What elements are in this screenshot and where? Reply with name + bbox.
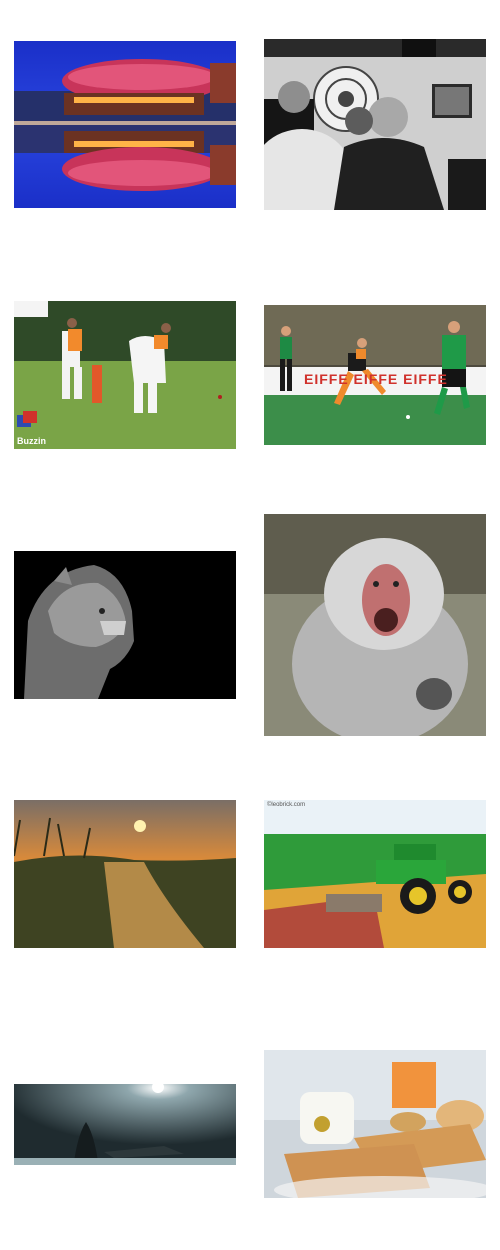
photo-baboon[interactable] xyxy=(264,514,486,736)
photo-misty-night[interactable] xyxy=(14,1084,236,1165)
cricket-image xyxy=(14,301,236,449)
photo-lego-tractor[interactable]: ©leobrick.com xyxy=(264,800,486,948)
stadium-image xyxy=(14,41,236,208)
sunset-image xyxy=(14,800,236,948)
lego-watermark: ©leobrick.com xyxy=(267,802,306,808)
hockey-banner-text: EIFFE EIFFE EIFFE xyxy=(304,371,448,387)
photo-sunset-canal[interactable] xyxy=(14,800,236,948)
photo-lioness[interactable] xyxy=(14,551,236,699)
photo-cricket[interactable]: Buzzin xyxy=(14,301,236,449)
photo-field-hockey[interactable]: EIFFE EIFFE EIFFE xyxy=(264,305,486,445)
lego-tractor-image xyxy=(264,800,486,948)
baboon-image xyxy=(264,514,486,736)
buzzin-watermark: Buzzin xyxy=(17,436,46,446)
lioness-image xyxy=(14,551,236,699)
photo-breakfast[interactable] xyxy=(264,1050,486,1198)
misty-night-image xyxy=(14,1084,236,1165)
photo-men-bw[interactable] xyxy=(264,39,486,210)
breakfast-image xyxy=(264,1050,486,1198)
men-bw-image xyxy=(264,39,486,210)
photo-stadium-night[interactable] xyxy=(14,41,236,208)
